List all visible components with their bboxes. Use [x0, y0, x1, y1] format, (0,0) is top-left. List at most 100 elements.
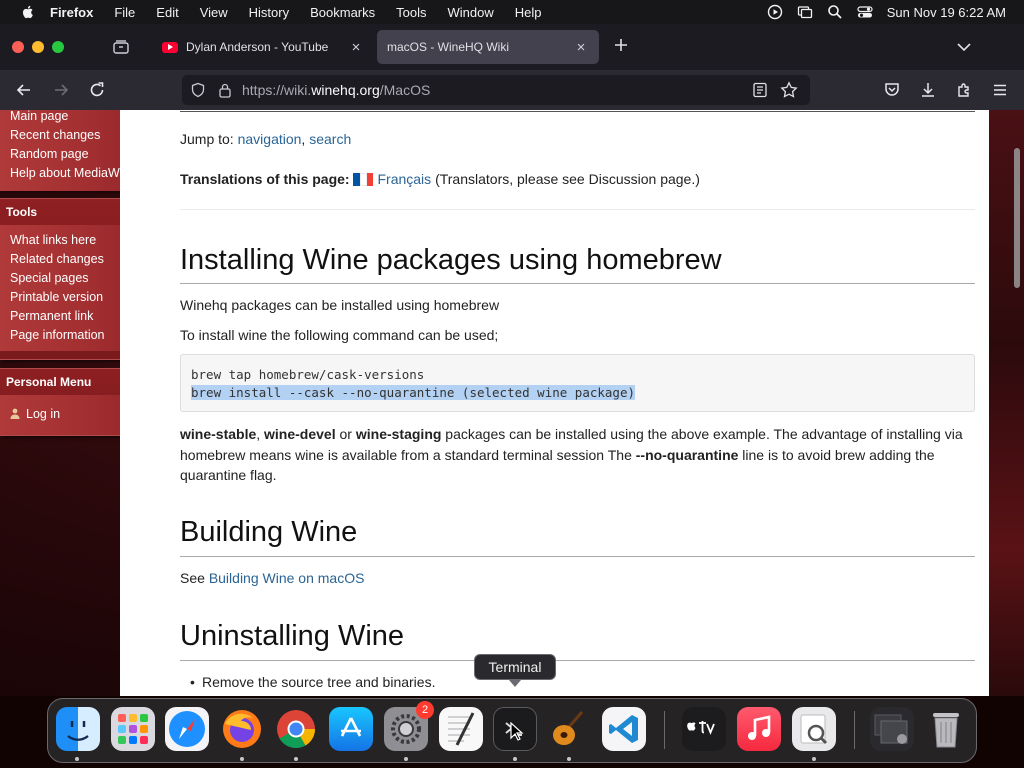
chrome-icon[interactable] — [274, 707, 318, 751]
pocket-icon[interactable] — [883, 81, 901, 99]
jump-search-link[interactable]: search — [309, 131, 351, 147]
tab-winehq-wiki[interactable]: macOS - WineHQ Wiki × — [377, 30, 599, 64]
reload-icon[interactable] — [88, 81, 106, 99]
tv-logo-icon — [687, 721, 715, 735]
guitar-icon — [553, 711, 584, 745]
stacked-files-icon — [874, 714, 908, 744]
menu-bookmarks[interactable]: Bookmarks — [310, 5, 375, 20]
menu-window[interactable]: Window — [448, 5, 494, 20]
spotlight-search-icon[interactable] — [827, 4, 843, 20]
web-content: Main page Recent changes Random page Hel… — [0, 110, 1024, 696]
vscode-icon[interactable] — [602, 707, 646, 751]
lock-icon[interactable] — [218, 82, 232, 98]
text: or — [335, 426, 356, 442]
firefox-icon[interactable] — [220, 707, 264, 751]
launchpad-icon[interactable] — [111, 707, 155, 751]
jump-navigation-link[interactable]: navigation — [238, 131, 302, 147]
apple-tv-icon[interactable] — [682, 707, 726, 751]
back-arrow-icon[interactable] — [15, 81, 33, 99]
translation-french-link[interactable]: Français — [377, 171, 431, 187]
firefox-view-icon[interactable] — [112, 38, 130, 56]
divider — [180, 111, 975, 112]
textedit-icon[interactable] — [439, 707, 483, 751]
downloads-icon[interactable] — [919, 81, 937, 99]
preview-icon[interactable] — [792, 707, 836, 751]
app-store-a-icon — [340, 717, 362, 737]
macos-dock: 2 — [47, 698, 977, 763]
url-text[interactable]: https://wiki.winehq.org/MacOS — [242, 82, 430, 98]
jump-separator: , — [301, 131, 306, 147]
app-store-icon[interactable] — [329, 707, 373, 751]
hamburger-menu-icon[interactable] — [991, 81, 1009, 99]
menu-tools[interactable]: Tools — [396, 5, 426, 20]
wiki-article: Jump to: navigation, search Translations… — [120, 110, 989, 696]
close-window-button[interactable] — [12, 41, 24, 53]
zoom-window-button[interactable] — [52, 41, 64, 53]
paragraph: Winehq packages can be installed using h… — [180, 297, 500, 313]
tracking-protection-shield-icon[interactable] — [190, 82, 206, 98]
music-icon[interactable] — [737, 707, 781, 751]
selected-code-line[interactable]: brew install --cask --no-quarantine (sel… — [191, 385, 636, 400]
safari-icon[interactable] — [165, 707, 209, 751]
firefox-logo-icon — [223, 710, 261, 748]
finder-icon[interactable] — [56, 707, 100, 751]
menubar-clock[interactable]: Sun Nov 19 6:22 AM — [887, 5, 1006, 20]
reader-view-icon[interactable] — [752, 82, 768, 98]
chevron-down-icon[interactable] — [955, 40, 973, 54]
code-line[interactable]: brew tap homebrew/cask-versions — [191, 366, 964, 384]
menu-help[interactable]: Help — [515, 5, 542, 20]
dock-tooltip: Terminal — [474, 654, 556, 687]
garageband-icon[interactable] — [547, 707, 591, 751]
text: , — [256, 426, 265, 442]
bookmark-star-icon[interactable] — [780, 81, 798, 99]
translations-label: Translations of this page: — [180, 171, 350, 187]
downloads-stack-icon[interactable] — [870, 707, 914, 751]
heading-uninstalling-wine: Uninstalling Wine — [180, 620, 405, 652]
running-indicator — [75, 757, 79, 761]
screen-mirroring-icon[interactable] — [797, 4, 813, 20]
french-flag-icon — [353, 173, 374, 186]
bold-term: wine-stable — [180, 426, 257, 442]
scrollbar-thumb[interactable] — [1014, 148, 1020, 288]
window-controls — [12, 41, 64, 53]
vscode-logo-icon — [609, 715, 638, 743]
list-item: Remove the source tree and binaries. — [190, 674, 997, 690]
trash-icon[interactable] — [924, 707, 968, 751]
url-bar[interactable]: https://wiki.winehq.org/MacOS — [182, 75, 810, 105]
terminal-icon[interactable] — [493, 707, 537, 751]
menu-app-name[interactable]: Firefox — [50, 5, 93, 20]
safari-compass-icon — [169, 711, 205, 747]
text: See — [180, 570, 209, 586]
new-tab-icon[interactable] — [612, 36, 630, 54]
forward-arrow-icon[interactable] — [52, 81, 70, 99]
code-block[interactable]: brew tap homebrew/cask-versions brew ins… — [180, 354, 975, 412]
mouse-cursor-icon — [510, 722, 524, 741]
menu-file[interactable]: File — [114, 5, 135, 20]
system-settings-icon[interactable]: 2 — [384, 701, 434, 751]
extensions-puzzle-icon[interactable] — [955, 81, 973, 99]
menu-edit[interactable]: Edit — [156, 5, 178, 20]
translations-note: (Translators, please see Discussion page… — [435, 171, 700, 187]
chrome-logo-icon — [277, 710, 316, 749]
tab-youtube[interactable]: Dylan Anderson - YouTube × — [152, 30, 374, 64]
minimize-window-button[interactable] — [32, 41, 44, 53]
apple-menu-icon[interactable] — [20, 4, 36, 20]
menu-view[interactable]: View — [200, 5, 228, 20]
control-center-icon[interactable] — [857, 4, 873, 20]
url-domain: winehq.org — [311, 82, 380, 98]
heading-underline — [180, 283, 975, 284]
building-wine-link[interactable]: Building Wine on macOS — [209, 570, 365, 586]
heading-building-wine: Building Wine — [180, 516, 358, 548]
url-prefix: https://wiki. — [242, 82, 312, 98]
user-icon — [10, 408, 20, 419]
login-label: Log in — [26, 407, 61, 421]
close-tab-icon[interactable]: × — [348, 39, 364, 56]
play-circle-icon[interactable] — [767, 4, 783, 20]
menu-history[interactable]: History — [249, 5, 289, 20]
paragraph-packages: wine-stable, wine-devel or wine-staging … — [180, 424, 975, 486]
jump-label: Jump to: — [180, 131, 234, 147]
running-indicator — [240, 757, 244, 761]
dock-separator — [664, 711, 665, 749]
close-tab-icon[interactable]: × — [573, 39, 589, 56]
bold-term: wine-staging — [355, 426, 442, 442]
